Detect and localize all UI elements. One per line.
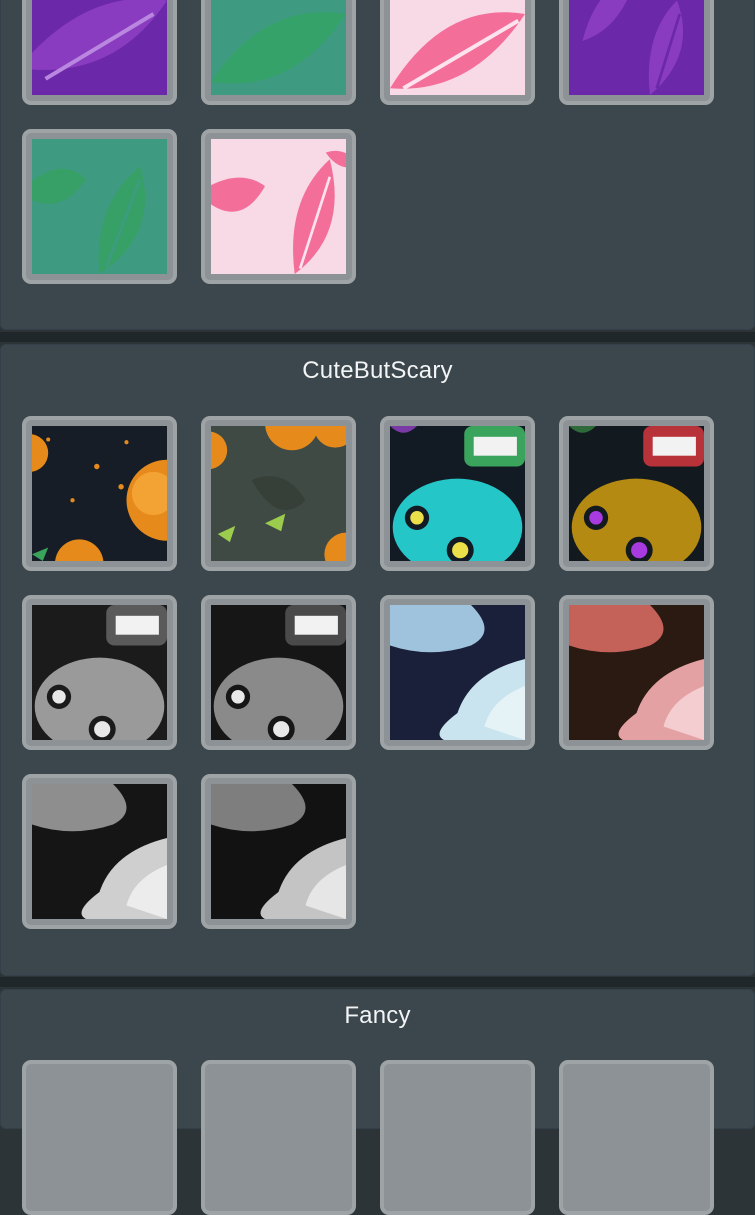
pattern-tile-ghost-blue[interactable] xyxy=(380,595,535,750)
pattern-thumbnail xyxy=(390,605,525,740)
pattern-tile-fancy-4[interactable] xyxy=(559,1060,714,1215)
pattern-tile-fancy-1[interactable] xyxy=(22,1060,177,1215)
pattern-thumbnail xyxy=(569,0,704,95)
pattern-thumbnail xyxy=(32,605,167,740)
pattern-tile-teal-leaves-1[interactable] xyxy=(201,0,356,105)
pattern-thumbnail xyxy=(211,426,346,561)
pattern-tile-ghost-grey-2[interactable] xyxy=(201,774,356,929)
pattern-thumbnail xyxy=(211,139,346,274)
pattern-thumbnail xyxy=(569,426,704,561)
pattern-tile-skull-gold[interactable] xyxy=(559,416,714,571)
pattern-thumbnail xyxy=(211,605,346,740)
pattern-tile-pumpkins-grey[interactable] xyxy=(201,416,356,571)
pattern-tile-pumpkins-dark[interactable] xyxy=(22,416,177,571)
pattern-thumbnail xyxy=(390,426,525,561)
pattern-tile-ghost-pink[interactable] xyxy=(559,595,714,750)
pattern-tile-purple-leaves-2[interactable] xyxy=(559,0,714,105)
pattern-tile-skull-cyan[interactable] xyxy=(380,416,535,571)
pattern-tile-fancy-3[interactable] xyxy=(380,1060,535,1215)
pattern-tile-pink-leaves-2[interactable] xyxy=(201,129,356,284)
section-divider xyxy=(0,977,755,987)
pattern-thumbnail xyxy=(390,0,525,95)
pattern-thumbnail xyxy=(569,1070,704,1205)
pattern-tile-skull-grey-2[interactable] xyxy=(201,595,356,750)
pattern-thumbnail xyxy=(32,426,167,561)
pattern-tile-skull-grey-1[interactable] xyxy=(22,595,177,750)
pattern-thumbnail xyxy=(32,0,167,95)
pattern-thumbnail xyxy=(32,139,167,274)
pattern-tile-purple-leaves-1[interactable] xyxy=(22,0,177,105)
section-title: Fancy xyxy=(344,1002,411,1029)
section-title: CuteButScary xyxy=(302,357,453,384)
pattern-thumbnail xyxy=(390,1070,525,1205)
section-divider xyxy=(0,332,755,342)
pattern-thumbnail xyxy=(32,1070,167,1205)
pattern-tile-pink-leaves-1[interactable] xyxy=(380,0,535,105)
pattern-thumbnail xyxy=(32,784,167,919)
pattern-thumbnail xyxy=(569,605,704,740)
pattern-tile-fancy-2[interactable] xyxy=(201,1060,356,1215)
pattern-thumbnail xyxy=(211,784,346,919)
pattern-tile-teal-leaves-2[interactable] xyxy=(22,129,177,284)
pattern-tile-ghost-grey-1[interactable] xyxy=(22,774,177,929)
pattern-thumbnail xyxy=(211,0,346,95)
pattern-thumbnail xyxy=(211,1070,346,1205)
